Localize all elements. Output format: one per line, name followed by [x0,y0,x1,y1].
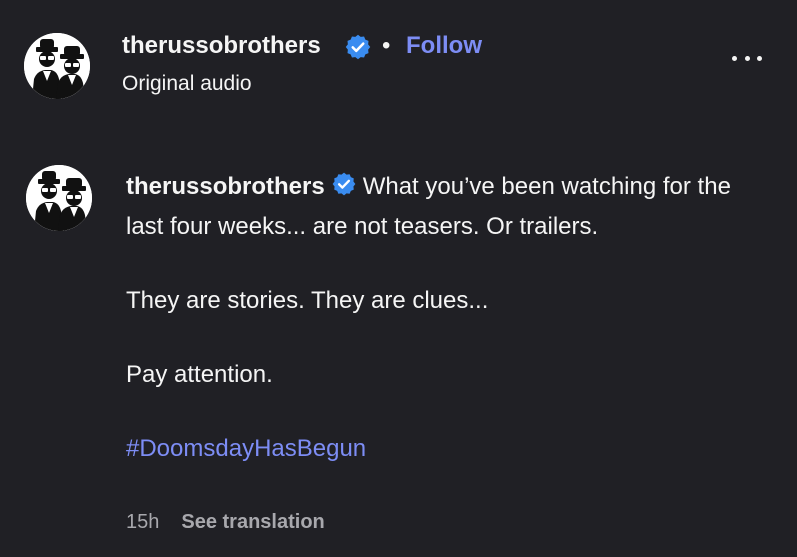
hashtag-link[interactable]: #DoomsdayHasBegun [126,435,366,462]
more-options-icon[interactable] [732,52,762,64]
verified-badge-icon [344,33,372,66]
see-translation-button[interactable]: See translation [181,511,324,533]
header-username[interactable]: therussobrothers [122,30,321,62]
follow-button[interactable]: Follow [406,30,482,62]
caption-avatar[interactable] [26,165,92,231]
caption-line-3: Pay attention. [126,361,273,388]
separator-dot: • [382,32,391,59]
more-dot [757,55,762,61]
post-header: therussobrothers • Follow Original audio [0,0,797,120]
profile-avatar[interactable] [24,33,90,99]
post-caption: therussobrothers What you’ve been watchin… [126,168,766,467]
more-dot [744,55,750,61]
post-timestamp[interactable]: 15h [126,511,159,533]
post-meta: 15h See translation [126,508,325,536]
russo-brothers-avatar-icon [24,33,90,99]
russo-brothers-avatar-icon [26,165,92,231]
caption-line-2: They are stories. They are clues... [126,287,489,314]
original-audio-link[interactable]: Original audio [122,70,252,98]
caption-first-paragraph: therussobrothers What you’ve been watchin… [126,168,766,245]
more-dot [732,55,737,61]
caption-username[interactable]: therussobrothers [126,173,325,200]
verified-badge-icon [331,171,357,208]
